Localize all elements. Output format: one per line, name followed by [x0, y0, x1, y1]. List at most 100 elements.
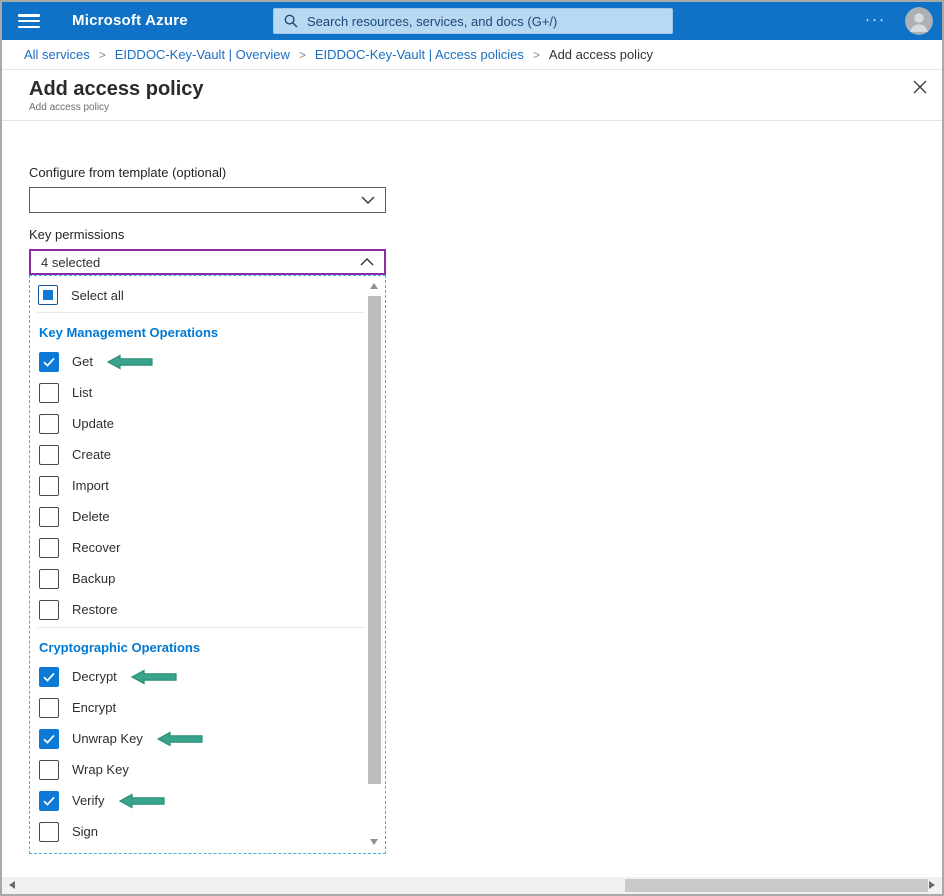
- breadcrumb-item: Add access policy: [549, 47, 653, 62]
- breadcrumb: All services > EIDDOC-Key-Vault | Overview…: [2, 40, 942, 70]
- permission-option-label: Delete: [72, 509, 110, 524]
- permission-option[interactable]: List: [30, 377, 385, 408]
- permission-option[interactable]: Encrypt: [30, 692, 385, 723]
- breadcrumb-item[interactable]: All services: [24, 47, 90, 62]
- breadcrumb-item[interactable]: EIDDOC-Key-Vault | Overview: [115, 47, 290, 62]
- checkbox-unchecked-icon[interactable]: [39, 569, 59, 589]
- annotation-arrow-icon: [157, 731, 203, 747]
- checkmark-icon: [43, 796, 55, 806]
- permission-option[interactable]: Get: [30, 346, 385, 377]
- annotation-arrow: [131, 669, 177, 685]
- hamburger-menu-button[interactable]: [18, 14, 40, 28]
- key-permissions-value: 4 selected: [41, 255, 100, 270]
- permission-option-label: Sign: [72, 824, 98, 839]
- annotation-arrow: [107, 354, 153, 370]
- key-permissions-field: Key permissions 4 selected Select all Ke…: [29, 227, 942, 854]
- permission-option-label: Encrypt: [72, 700, 116, 715]
- checkbox-unchecked-icon[interactable]: [39, 445, 59, 465]
- divider: [37, 627, 365, 628]
- permission-group-header: Cryptographic Operations: [30, 630, 385, 661]
- close-button[interactable]: [911, 79, 929, 97]
- checkbox-unchecked-icon[interactable]: [39, 507, 59, 527]
- permission-option[interactable]: Update: [30, 408, 385, 439]
- search-icon: [284, 14, 298, 28]
- breadcrumb-separator: >: [99, 48, 106, 62]
- permission-group-header: Key Management Operations: [30, 315, 385, 346]
- panel-header: Add access policy Add access policy: [2, 70, 942, 121]
- permission-option-label: Update: [72, 416, 114, 431]
- checkbox-unchecked-icon[interactable]: [39, 476, 59, 496]
- scroll-left-arrow-icon[interactable]: [9, 881, 15, 889]
- top-bar: Microsoft Azure Search resources, servic…: [2, 2, 942, 40]
- annotation-arrow: [157, 731, 203, 747]
- checkbox-indeterminate-icon[interactable]: [38, 285, 58, 305]
- permission-option[interactable]: Create: [30, 439, 385, 470]
- checkbox-unchecked-icon[interactable]: [39, 600, 59, 620]
- annotation-arrow-icon: [107, 354, 153, 370]
- form-area: Configure from template (optional) Key p…: [2, 121, 942, 854]
- permission-option-label: Create: [72, 447, 111, 462]
- permission-option-label: Unwrap Key: [72, 731, 143, 746]
- template-select-label: Configure from template (optional): [29, 165, 942, 180]
- checkbox-unchecked-icon[interactable]: [39, 414, 59, 434]
- more-options-button[interactable]: ···: [865, 11, 886, 28]
- permission-option[interactable]: Decrypt: [30, 661, 385, 692]
- template-select[interactable]: [29, 187, 386, 213]
- brand-title[interactable]: Microsoft Azure: [72, 12, 188, 29]
- key-permissions-dropdown: Select all Key Management OperationsGetL…: [29, 275, 386, 854]
- dropdown-scrollbar-thumb[interactable]: [368, 296, 381, 784]
- annotation-arrow-icon: [119, 793, 165, 809]
- azure-portal-window: Microsoft Azure Search resources, servic…: [0, 0, 944, 896]
- permission-option[interactable]: Verify: [30, 785, 385, 816]
- permission-option[interactable]: Backup: [30, 563, 385, 594]
- checkmark-icon: [43, 734, 55, 744]
- checkbox-checked-icon[interactable]: [39, 352, 59, 372]
- checkbox-unchecked-icon[interactable]: [39, 538, 59, 558]
- close-icon: [912, 79, 928, 95]
- horizontal-scrollbar-thumb[interactable]: [625, 879, 928, 892]
- avatar[interactable]: [905, 7, 933, 35]
- checkmark-icon: [43, 357, 55, 367]
- checkbox-unchecked-icon[interactable]: [39, 822, 59, 842]
- annotation-arrow-icon: [131, 669, 177, 685]
- horizontal-scrollbar[interactable]: [2, 877, 942, 894]
- checkbox-unchecked-icon[interactable]: [39, 698, 59, 718]
- checkbox-unchecked-icon[interactable]: [39, 383, 59, 403]
- checkbox-unchecked-icon[interactable]: [39, 760, 59, 780]
- permission-option[interactable]: Unwrap Key: [30, 723, 385, 754]
- scroll-up-arrow-icon[interactable]: [370, 283, 378, 289]
- scroll-down-arrow-icon[interactable]: [370, 839, 378, 845]
- breadcrumb-separator: >: [533, 48, 540, 62]
- select-all-option[interactable]: Select all: [30, 280, 385, 310]
- permission-option[interactable]: Sign: [30, 816, 385, 847]
- page-subtitle: Add access policy: [29, 102, 916, 114]
- permission-option[interactable]: Delete: [30, 501, 385, 532]
- permission-option[interactable]: Import: [30, 470, 385, 501]
- search-placeholder-text: Search resources, services, and docs (G+…: [307, 14, 557, 29]
- breadcrumb-item[interactable]: EIDDOC-Key-Vault | Access policies: [315, 47, 524, 62]
- key-permissions-select[interactable]: 4 selected: [29, 249, 386, 275]
- breadcrumb-separator: >: [299, 48, 306, 62]
- permission-option[interactable]: Recover: [30, 532, 385, 563]
- permission-option-label: Recover: [72, 540, 120, 555]
- permission-option-label: Decrypt: [72, 669, 117, 684]
- key-permissions-label: Key permissions: [29, 227, 942, 242]
- permission-option[interactable]: Restore: [30, 594, 385, 625]
- checkbox-checked-icon[interactable]: [39, 667, 59, 687]
- global-search-input[interactable]: Search resources, services, and docs (G+…: [273, 8, 673, 34]
- checkmark-icon: [43, 672, 55, 682]
- template-field: Configure from template (optional): [29, 165, 942, 213]
- annotation-arrow: [119, 793, 165, 809]
- scroll-right-arrow-icon[interactable]: [929, 881, 935, 889]
- checkbox-checked-icon[interactable]: [39, 791, 59, 811]
- permission-option-label: Restore: [72, 602, 118, 617]
- dropdown-scrollbar[interactable]: [367, 279, 382, 849]
- page-title: Add access policy: [29, 77, 916, 101]
- permission-option-label: Backup: [72, 571, 115, 586]
- checkbox-checked-icon[interactable]: [39, 729, 59, 749]
- permission-option-label: Import: [72, 478, 109, 493]
- permission-option-label: Verify: [72, 793, 105, 808]
- select-all-label: Select all: [71, 288, 124, 303]
- permission-option[interactable]: Wrap Key: [30, 754, 385, 785]
- chevron-up-icon: [360, 258, 374, 266]
